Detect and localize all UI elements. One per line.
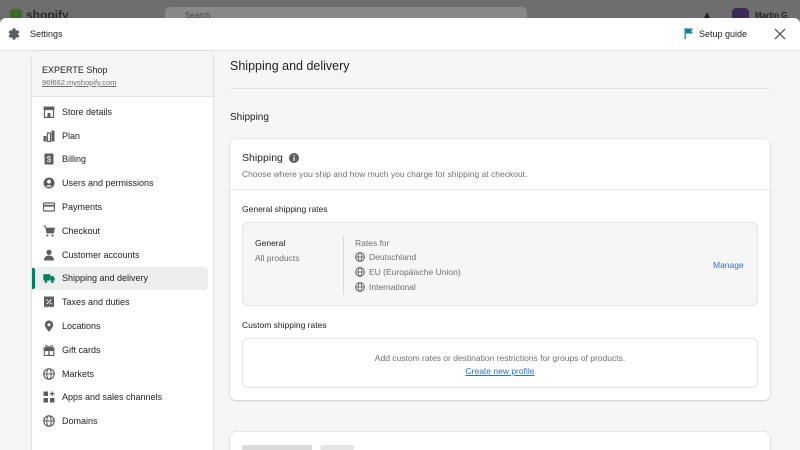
- sidebar-item-plan[interactable]: Plan: [32, 124, 208, 148]
- sidebar-item-taxes[interactable]: Taxes and duties: [32, 290, 208, 314]
- settings-nav: Store details Plan $ Billing Users and p…: [32, 97, 213, 433]
- globe-icon: [43, 367, 55, 380]
- sidebar-item-billing[interactable]: $ Billing: [32, 148, 208, 172]
- store-name: EXPERTE Shop: [42, 65, 108, 75]
- modal-title: Settings: [30, 29, 63, 39]
- billing-icon: $: [43, 153, 55, 165]
- sidebar-item-label: Store details: [62, 106, 113, 117]
- zone-item: EU (Europäische Union): [355, 267, 461, 277]
- profile-products: All products: [255, 253, 300, 263]
- close-icon[interactable]: [773, 27, 787, 41]
- divider: [230, 189, 770, 190]
- credit-card-icon: [43, 201, 55, 213]
- tax-icon: [43, 296, 55, 308]
- sidebar-item-label: Plan: [62, 130, 81, 141]
- profile-name: General: [255, 238, 286, 248]
- settings-sidebar: EXPERTE Shop 96f662.myshopify.com Store …: [32, 51, 213, 450]
- zone-label: EU (Europäische Union): [369, 267, 461, 277]
- sidebar-item-users[interactable]: Users and permissions: [32, 171, 208, 195]
- rates-for-label: Rates for: [355, 238, 390, 248]
- general-rates-heading: General shipping rates: [242, 204, 328, 214]
- card-subtitle: Choose where you ship and how much you c…: [242, 169, 528, 179]
- user-circle-icon: [43, 177, 55, 189]
- general-rate-profile: General All products Rates for Deutschla…: [242, 222, 758, 306]
- background-topbar: shopify Search ▲ Martin G: [0, 0, 800, 22]
- modal-header: Settings Setup guide: [0, 18, 800, 51]
- next-card-title-placeholder: [242, 445, 312, 450]
- store-icon: [43, 106, 55, 118]
- shipping-card: Shipping Choose where you ship and how m…: [230, 139, 770, 400]
- sidebar-item-apps[interactable]: Apps and sales channels: [32, 386, 208, 410]
- sidebar-item-label: Billing: [62, 154, 87, 165]
- globe-icon: [355, 282, 365, 292]
- zone-item: International: [355, 282, 416, 292]
- divider: [343, 236, 344, 294]
- info-icon[interactable]: [288, 153, 299, 163]
- sidebar-item-gift-cards[interactable]: Gift cards: [32, 338, 208, 362]
- next-card: [230, 432, 770, 450]
- globe-icon: [355, 252, 365, 262]
- setup-guide-label: Setup guide: [699, 28, 748, 39]
- store-domain-link[interactable]: 96f662.myshopify.com: [42, 78, 213, 87]
- section-heading: Shipping: [230, 112, 269, 123]
- manage-link[interactable]: Manage: [713, 260, 744, 270]
- sidebar-item-label: Payments: [62, 202, 103, 213]
- sidebar-item-shipping[interactable]: Shipping and delivery: [32, 266, 208, 291]
- zone-label: International: [369, 282, 416, 292]
- store-info: EXPERTE Shop 96f662.myshopify.com: [32, 51, 213, 97]
- gift-icon: [43, 344, 55, 356]
- page-title: Shipping and delivery: [230, 59, 350, 73]
- sidebar-item-label: Users and permissions: [62, 178, 154, 189]
- sidebar-item-checkout[interactable]: Checkout: [32, 219, 208, 243]
- sidebar-item-label: Taxes and duties: [62, 297, 130, 308]
- sidebar-item-payments[interactable]: Payments: [32, 195, 208, 219]
- globe-icon: [43, 415, 55, 428]
- svg-text:$: $: [47, 155, 52, 164]
- sidebar-item-label: Shipping and delivery: [62, 273, 149, 284]
- sidebar-item-label: Checkout: [62, 225, 101, 236]
- custom-rates-heading: Custom shipping rates: [242, 320, 327, 330]
- sidebar-item-label: Customer accounts: [62, 249, 140, 260]
- card-title-text: Shipping: [242, 152, 283, 164]
- sidebar-item-label: Domains: [62, 416, 98, 427]
- status-badge: [320, 445, 354, 450]
- sidebar-item-locations[interactable]: Locations: [32, 314, 208, 338]
- cart-icon: [43, 225, 55, 237]
- person-icon: [43, 249, 55, 261]
- sidebar-item-label: Markets: [62, 368, 95, 379]
- sidebar-item-label: Apps and sales channels: [62, 392, 163, 403]
- zone-label: Deutschland: [369, 252, 417, 262]
- custom-rates-empty-state: Add custom rates or destination restrict…: [242, 338, 758, 388]
- setup-guide-button[interactable]: Setup guide: [684, 28, 747, 39]
- sidebar-item-label: Locations: [62, 321, 101, 332]
- zone-item: Deutschland: [355, 252, 416, 262]
- sidebar-item-customer-accounts[interactable]: Customer accounts: [32, 243, 208, 267]
- create-profile-link[interactable]: Create new profile: [243, 366, 757, 376]
- sidebar-item-store-details[interactable]: Store details: [32, 100, 208, 124]
- apps-icon: [43, 391, 55, 403]
- truck-icon: [43, 272, 55, 284]
- sidebar-item-domains[interactable]: Domains: [32, 409, 208, 433]
- custom-rates-text: Add custom rates or destination restrict…: [374, 353, 626, 363]
- plan-icon: [43, 130, 55, 142]
- card-title: Shipping: [242, 152, 299, 164]
- flag-icon: [684, 28, 693, 39]
- location-pin-icon: [43, 320, 55, 332]
- divider: [230, 88, 770, 89]
- gear-icon: [8, 28, 20, 40]
- sidebar-item-label: Gift cards: [62, 344, 101, 355]
- sidebar-item-markets[interactable]: Markets: [32, 362, 208, 386]
- globe-icon: [355, 267, 365, 277]
